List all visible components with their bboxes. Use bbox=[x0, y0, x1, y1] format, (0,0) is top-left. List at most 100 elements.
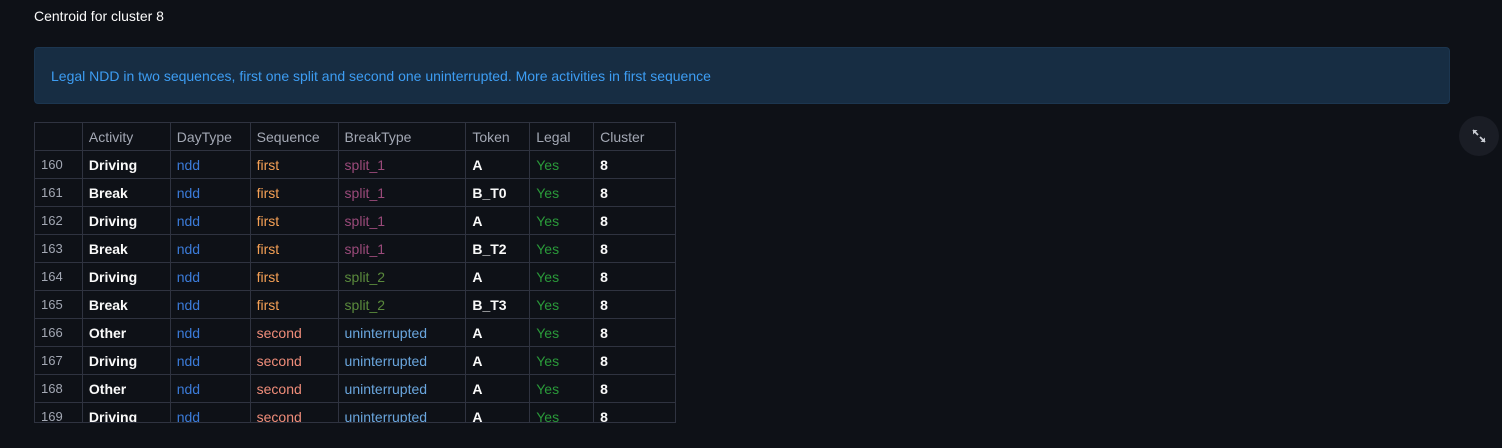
cell-token[interactable]: B_T3 bbox=[465, 290, 531, 319]
cell-activity[interactable]: Other bbox=[81, 318, 171, 347]
cell-cluster[interactable]: 8 bbox=[593, 206, 676, 235]
cell-breaktype[interactable]: uninterrupted bbox=[337, 318, 467, 347]
cell-sequence[interactable]: second bbox=[249, 346, 339, 375]
cell-daytype[interactable]: ndd bbox=[169, 178, 251, 207]
table-row[interactable]: 163 Break ndd first split_1 B_T2 Yes 8 bbox=[34, 234, 676, 263]
cell-sequence[interactable]: first bbox=[249, 150, 339, 179]
cell-index[interactable]: 165 bbox=[34, 290, 83, 319]
cell-sequence[interactable]: first bbox=[249, 290, 339, 319]
cell-token[interactable]: A bbox=[465, 206, 531, 235]
column-header-legal[interactable]: Legal bbox=[529, 122, 595, 151]
cell-legal[interactable]: Yes bbox=[529, 402, 595, 422]
cell-index[interactable]: 168 bbox=[34, 374, 83, 403]
cell-activity[interactable]: Break bbox=[81, 290, 171, 319]
cell-legal[interactable]: Yes bbox=[529, 290, 595, 319]
table-row[interactable]: 166 Other ndd second uninterrupted A Yes 8 bbox=[34, 318, 676, 347]
cell-cluster[interactable]: 8 bbox=[593, 346, 676, 375]
table-row[interactable]: 161 Break ndd first split_1 B_T0 Yes 8 bbox=[34, 178, 676, 207]
table-row[interactable]: 160 Driving ndd first split_1 A Yes 8 bbox=[34, 150, 676, 179]
table-row[interactable]: 162 Driving ndd first split_1 A Yes 8 bbox=[34, 206, 676, 235]
cell-breaktype[interactable]: split_1 bbox=[337, 178, 467, 207]
cell-cluster[interactable]: 8 bbox=[593, 178, 676, 207]
cell-daytype[interactable]: ndd bbox=[169, 206, 251, 235]
cell-sequence[interactable]: first bbox=[249, 206, 339, 235]
column-header-activity[interactable]: Activity bbox=[81, 122, 171, 151]
cell-sequence[interactable]: second bbox=[249, 402, 339, 422]
cell-cluster[interactable]: 8 bbox=[593, 262, 676, 291]
cell-token[interactable]: A bbox=[465, 374, 531, 403]
cell-token[interactable]: A bbox=[465, 150, 531, 179]
dataframe[interactable]: Activity DayType Sequence BreakType Toke… bbox=[34, 122, 676, 423]
cell-cluster[interactable]: 8 bbox=[593, 150, 676, 179]
cell-sequence[interactable]: first bbox=[249, 178, 339, 207]
cell-sequence[interactable]: second bbox=[249, 318, 339, 347]
table-row[interactable]: 165 Break ndd first split_2 B_T3 Yes 8 bbox=[34, 290, 676, 319]
cell-index[interactable]: 166 bbox=[34, 318, 83, 347]
cell-legal[interactable]: Yes bbox=[529, 206, 595, 235]
table-row[interactable]: 168 Other ndd second uninterrupted A Yes 8 bbox=[34, 374, 676, 403]
cell-activity[interactable]: Break bbox=[81, 234, 171, 263]
cell-index[interactable]: 161 bbox=[34, 178, 83, 207]
cell-index[interactable]: 164 bbox=[34, 262, 83, 291]
column-header-breaktype[interactable]: BreakType bbox=[337, 122, 467, 151]
cell-cluster[interactable]: 8 bbox=[593, 318, 676, 347]
cell-breaktype[interactable]: uninterrupted bbox=[337, 374, 467, 403]
cell-breaktype[interactable]: uninterrupted bbox=[337, 402, 467, 422]
cell-sequence[interactable]: first bbox=[249, 262, 339, 291]
cell-legal[interactable]: Yes bbox=[529, 234, 595, 263]
cell-legal[interactable]: Yes bbox=[529, 178, 595, 207]
cell-token[interactable]: A bbox=[465, 262, 531, 291]
cell-daytype[interactable]: ndd bbox=[169, 150, 251, 179]
cell-daytype[interactable]: ndd bbox=[169, 262, 251, 291]
column-header-daytype[interactable]: DayType bbox=[169, 122, 251, 151]
cell-legal[interactable]: Yes bbox=[529, 150, 595, 179]
cell-activity[interactable]: Driving bbox=[81, 402, 171, 422]
column-header-index[interactable] bbox=[34, 122, 83, 151]
cell-daytype[interactable]: ndd bbox=[169, 290, 251, 319]
column-header-cluster[interactable]: Cluster bbox=[593, 122, 676, 151]
cell-breaktype[interactable]: split_2 bbox=[337, 262, 467, 291]
cell-index[interactable]: 162 bbox=[34, 206, 83, 235]
cell-index[interactable]: 160 bbox=[34, 150, 83, 179]
cell-index[interactable]: 163 bbox=[34, 234, 83, 263]
cell-legal[interactable]: Yes bbox=[529, 346, 595, 375]
cell-index[interactable]: 169 bbox=[34, 402, 83, 422]
fullscreen-button[interactable] bbox=[1459, 116, 1499, 156]
cell-daytype[interactable]: ndd bbox=[169, 318, 251, 347]
cell-cluster[interactable]: 8 bbox=[593, 234, 676, 263]
cell-legal[interactable]: Yes bbox=[529, 262, 595, 291]
column-header-sequence[interactable]: Sequence bbox=[249, 122, 339, 151]
table-row[interactable]: 169 Driving ndd second uninterrupted A Yes 8 bbox=[34, 402, 676, 422]
cell-index[interactable]: 167 bbox=[34, 346, 83, 375]
cell-daytype[interactable]: ndd bbox=[169, 374, 251, 403]
cell-token[interactable]: B_T0 bbox=[465, 178, 531, 207]
table-row[interactable]: 164 Driving ndd first split_2 A Yes 8 bbox=[34, 262, 676, 291]
cell-activity[interactable]: Driving bbox=[81, 262, 171, 291]
cell-legal[interactable]: Yes bbox=[529, 318, 595, 347]
cell-cluster[interactable]: 8 bbox=[593, 290, 676, 319]
cell-breaktype[interactable]: split_1 bbox=[337, 150, 467, 179]
cell-cluster[interactable]: 8 bbox=[593, 402, 676, 422]
cell-breaktype[interactable]: uninterrupted bbox=[337, 346, 467, 375]
cell-cluster[interactable]: 8 bbox=[593, 374, 676, 403]
cell-daytype[interactable]: ndd bbox=[169, 234, 251, 263]
cell-activity[interactable]: Break bbox=[81, 178, 171, 207]
cell-token[interactable]: A bbox=[465, 318, 531, 347]
cell-activity[interactable]: Driving bbox=[81, 346, 171, 375]
cell-breaktype[interactable]: split_1 bbox=[337, 234, 467, 263]
table-row[interactable]: 167 Driving ndd second uninterrupted A Yes 8 bbox=[34, 346, 676, 375]
cell-activity[interactable]: Driving bbox=[81, 206, 171, 235]
cell-daytype[interactable]: ndd bbox=[169, 402, 251, 422]
column-header-token[interactable]: Token bbox=[465, 122, 531, 151]
cell-breaktype[interactable]: split_2 bbox=[337, 290, 467, 319]
cell-token[interactable]: A bbox=[465, 346, 531, 375]
cell-token[interactable]: B_T2 bbox=[465, 234, 531, 263]
cell-daytype[interactable]: ndd bbox=[169, 346, 251, 375]
cell-sequence[interactable]: first bbox=[249, 234, 339, 263]
cell-token[interactable]: A bbox=[465, 402, 531, 422]
cell-sequence[interactable]: second bbox=[249, 374, 339, 403]
cell-breaktype[interactable]: split_1 bbox=[337, 206, 467, 235]
cell-activity[interactable]: Driving bbox=[81, 150, 171, 179]
cell-activity[interactable]: Other bbox=[81, 374, 171, 403]
cell-legal[interactable]: Yes bbox=[529, 374, 595, 403]
